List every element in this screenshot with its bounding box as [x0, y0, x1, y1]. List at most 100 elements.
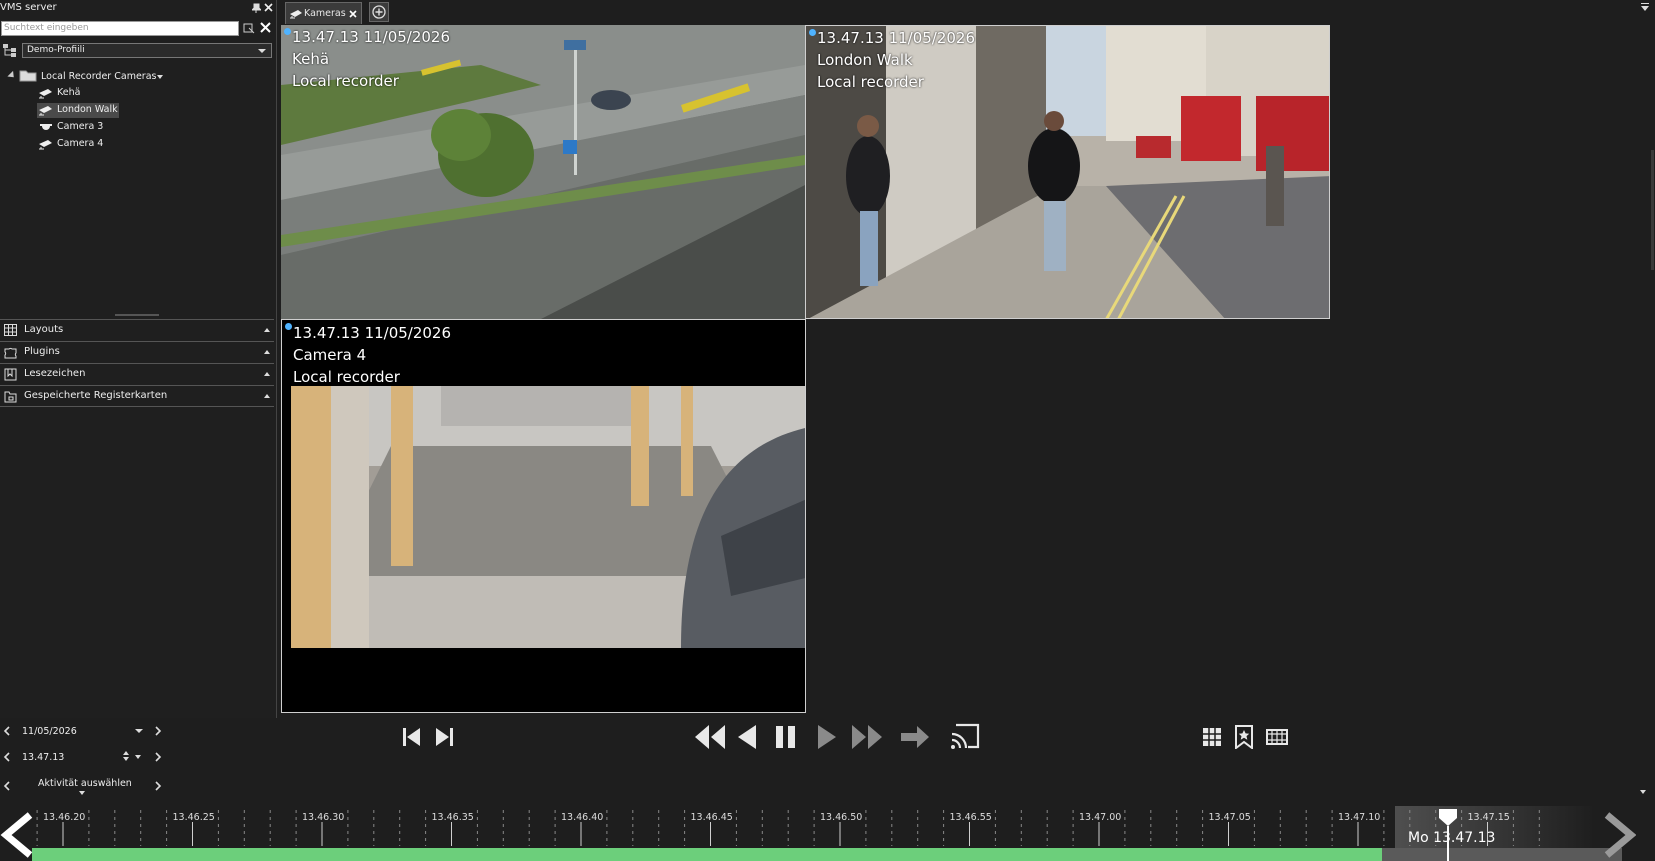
- fast-reverse-button[interactable]: [694, 724, 726, 750]
- tick-label: 13.47.10: [1338, 812, 1381, 823]
- overlay-camera-name: London Walk: [817, 51, 913, 69]
- section-saved-tabs[interactable]: Gespeicherte Registerkarten: [0, 385, 274, 407]
- scroll-indicator[interactable]: [1651, 150, 1654, 270]
- filter-icon[interactable]: [243, 22, 255, 34]
- overlay-source: Local recorder: [817, 73, 924, 91]
- grid-icon: [4, 324, 17, 336]
- overlay-time: 13.47.13 11/05/2026: [292, 28, 451, 46]
- reverse-button[interactable]: [736, 724, 758, 750]
- section-label: Gespeicherte Registerkarten: [24, 390, 168, 401]
- grid-view-button[interactable]: [1202, 727, 1222, 747]
- splitter-handle[interactable]: [115, 314, 159, 316]
- tree-item-kehä[interactable]: Kehä: [37, 86, 117, 101]
- video-frame: [291, 386, 805, 648]
- prev-time-icon[interactable]: [3, 752, 11, 762]
- expand-arrow-icon[interactable]: [7, 70, 17, 81]
- recording-indicator: [284, 28, 291, 35]
- go-to-live-button[interactable]: [900, 724, 930, 750]
- tick-label: 13.46.50: [820, 812, 863, 823]
- prev-activity-icon[interactable]: [3, 781, 11, 791]
- activity-dropdown-icon[interactable]: [79, 791, 85, 795]
- search-input[interactable]: Suchtext eingeben: [1, 21, 239, 36]
- play-button[interactable]: [816, 724, 838, 750]
- ptz-camera-icon: [289, 9, 303, 19]
- camera-tile-2[interactable]: 13.47.13 11/05/2026 London Walk Local re…: [805, 25, 1330, 319]
- close-tab-icon[interactable]: [349, 10, 357, 18]
- profile-select[interactable]: Demo-Profiili: [22, 43, 272, 58]
- section-layouts[interactable]: Layouts: [0, 319, 274, 340]
- tree-item-camera-4[interactable]: Camera 4: [37, 137, 117, 152]
- recording-indicator: [809, 29, 816, 36]
- prev-date-icon[interactable]: [3, 726, 11, 736]
- section-label: Plugins: [24, 346, 60, 357]
- overlay-camera-name: Camera 4: [293, 346, 367, 364]
- next-activity-icon[interactable]: [154, 781, 162, 791]
- filmstrip-view-button[interactable]: [1266, 729, 1288, 745]
- ptz-camera-icon: [38, 88, 54, 99]
- camera-tile-1[interactable]: 13.47.13 11/05/2026 Kehä Local recorder: [281, 25, 805, 319]
- overlay-camera-name: Kehä: [292, 50, 330, 68]
- playhead-marker-icon[interactable]: [1437, 807, 1459, 827]
- section-label: Lesezeichen: [24, 368, 86, 379]
- section-plugins[interactable]: Plugins: [0, 341, 274, 362]
- hierarchy-icon: [3, 44, 17, 57]
- panel-title: VMS server: [0, 2, 57, 13]
- pause-button[interactable]: [775, 725, 797, 749]
- tick-label: 13.46.20: [43, 812, 86, 823]
- tree-item-label: Camera 4: [57, 138, 104, 149]
- close-panel-icon[interactable]: [264, 3, 273, 12]
- timeline-ruler[interactable]: [0, 800, 1655, 861]
- pin-icon[interactable]: [252, 3, 261, 13]
- collapse-arrow-icon: [264, 350, 270, 354]
- dome-camera-icon: [38, 122, 54, 133]
- fast-forward-button[interactable]: [851, 724, 883, 750]
- previous-frame-button[interactable]: [401, 727, 423, 747]
- ptz-camera-icon: [38, 139, 54, 150]
- timeline-collapse-icon[interactable]: [1640, 790, 1646, 794]
- tick-label: 13.46.55: [949, 812, 992, 823]
- collapse-arrow-icon: [264, 394, 270, 398]
- section-bookmarks[interactable]: Lesezeichen: [0, 363, 274, 384]
- timeline-next-button[interactable]: [1602, 812, 1636, 858]
- tree-item-london-walk[interactable]: London Walk: [37, 103, 119, 118]
- time-spinner-icon[interactable]: [122, 750, 130, 762]
- overlay-time: 13.47.13 11/05/2026: [293, 324, 452, 342]
- tree-item-camera-3[interactable]: Camera 3: [37, 120, 117, 135]
- tick-label: 13.47.00: [1079, 812, 1122, 823]
- camera-tile-3[interactable]: 13.47.13 11/05/2026 Camera 4 Local recor…: [281, 319, 806, 713]
- activity-select[interactable]: Aktivität auswählen: [38, 778, 132, 789]
- collapse-arrow-icon: [264, 372, 270, 376]
- folder-icon: [19, 69, 37, 82]
- tick-label: 13.46.25: [172, 812, 215, 823]
- calendar-dropdown-icon[interactable]: [135, 729, 143, 733]
- date-field[interactable]: 11/05/2026: [22, 726, 77, 737]
- overlay-time: 13.47.13 11/05/2026: [817, 29, 976, 47]
- next-frame-button[interactable]: [433, 727, 455, 747]
- next-date-icon[interactable]: [154, 726, 162, 736]
- bookmark-view-button[interactable]: [1234, 725, 1254, 749]
- unrecorded-bar: [1382, 848, 1622, 861]
- tick-label: 13.46.35: [431, 812, 474, 823]
- tree-root[interactable]: Local Recorder Cameras: [41, 71, 156, 82]
- time-field[interactable]: 13.47.13: [22, 752, 64, 763]
- overlay-source: Local recorder: [293, 368, 400, 386]
- ptz-camera-icon: [38, 105, 54, 116]
- add-tab-button[interactable]: [369, 2, 389, 22]
- next-time-icon[interactable]: [154, 752, 162, 762]
- time-dropdown-icon[interactable]: [135, 755, 141, 759]
- bookmark-icon: [4, 368, 17, 381]
- tree-item-label: London Walk: [57, 104, 118, 115]
- tree-item-label: Camera 3: [57, 121, 104, 132]
- tick-label: 13.46.45: [690, 812, 733, 823]
- chevron-down-icon[interactable]: [157, 75, 163, 79]
- clear-search-icon[interactable]: [260, 22, 271, 33]
- cast-button[interactable]: [950, 722, 980, 750]
- timeline-prev-button[interactable]: [0, 812, 34, 858]
- tab-menu-line: [1641, 3, 1649, 4]
- chevron-down-icon[interactable]: [258, 49, 266, 53]
- collapse-arrow-icon: [264, 328, 270, 332]
- tab-menu-icon[interactable]: [1641, 6, 1649, 11]
- overlay-source: Local recorder: [292, 72, 399, 90]
- tab-kameras[interactable]: Kameras: [285, 2, 362, 24]
- recorded-bar[interactable]: [32, 848, 1382, 861]
